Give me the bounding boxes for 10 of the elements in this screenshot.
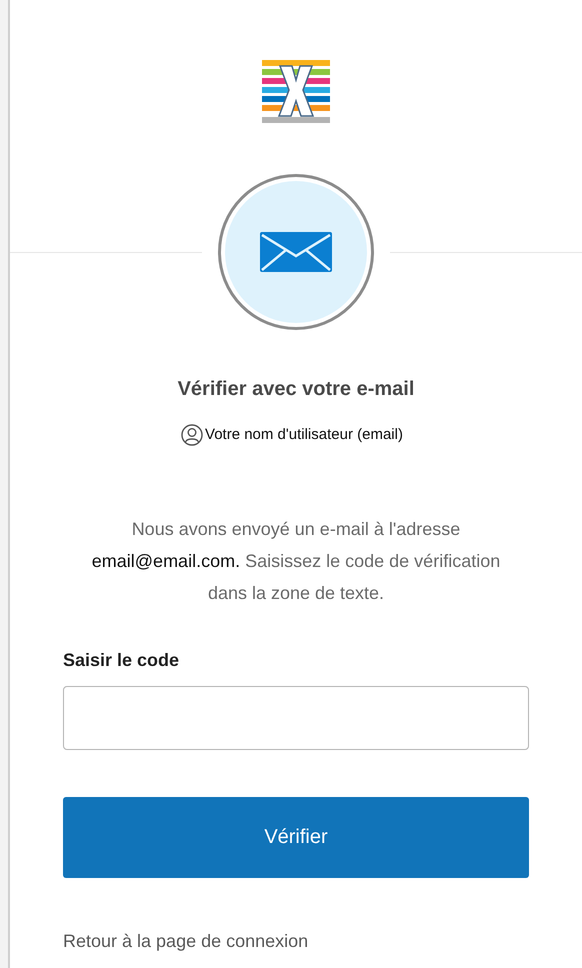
instruction-text: Nous avons envoyé un e-mail à l'adresse email@email.com. Saisissez le code de vérification dans la zone de texte. [90,518,502,604]
code-input[interactable] [63,686,529,750]
back-link[interactable]: Retour à la page de connexion [63,928,529,954]
logo-icon [262,60,330,124]
page-title: Vérifier avec votre e-mail [178,377,414,402]
envelope-icon [260,232,332,272]
code-label: Saisir le code [63,648,180,672]
username-text: Votre nom d'utilisateur (email) [205,425,403,445]
user-icon [181,424,204,446]
verify-button[interactable]: Vérifier [63,796,529,878]
